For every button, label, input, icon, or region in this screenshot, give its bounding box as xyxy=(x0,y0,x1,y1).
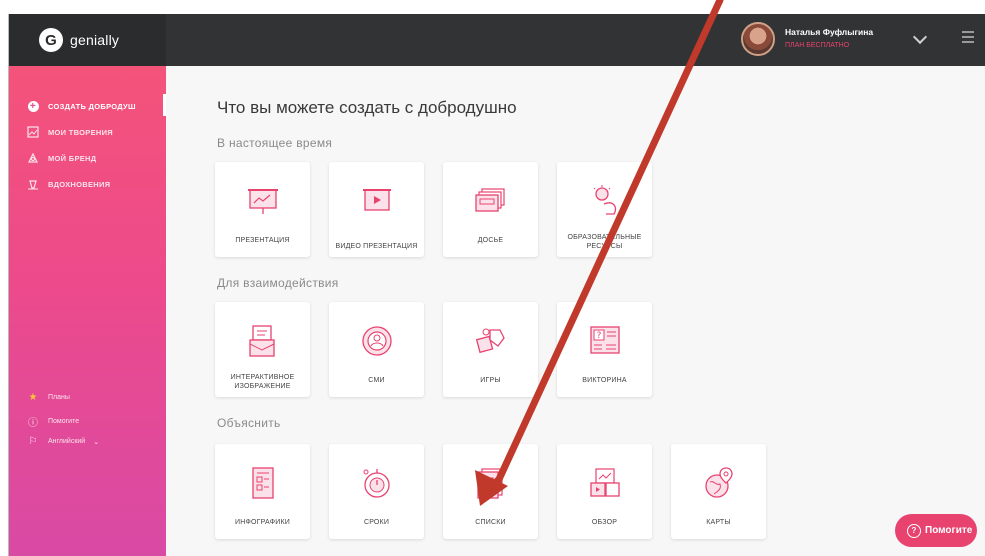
question-icon: ? xyxy=(907,523,921,538)
bulb-head-icon xyxy=(586,182,624,220)
card-media[interactable]: СМИ xyxy=(329,302,424,397)
active-indicator xyxy=(163,94,166,116)
video-icon xyxy=(358,182,396,220)
card-maps[interactable]: КАРТЫ xyxy=(671,444,766,539)
sidebar-language[interactable]: ⚐ Английский ⌄ xyxy=(27,436,100,447)
infographic-icon xyxy=(244,464,282,502)
star-icon: ★ xyxy=(28,392,38,403)
card-label: ВИДЕО ПРЕЗЕНТАЦИЯ xyxy=(335,243,418,250)
overview-icon xyxy=(586,464,624,502)
card-video-presentation[interactable]: ВИДЕО ПРЕЗЕНТАЦИЯ xyxy=(329,162,424,257)
card-label: СПИСКИ xyxy=(475,519,506,526)
user-menu[interactable]: Наталья Фуфлыгина ПЛАН БЕСПЛАТНО xyxy=(741,22,873,56)
sidebar-item-create[interactable]: + СОЗДАТЬ ДОБРОДУШ xyxy=(27,100,136,112)
flag-icon: ⚐ xyxy=(28,436,38,447)
page-title: Что вы можете создать с добродушно xyxy=(217,98,517,117)
card-overview[interactable]: ОБЗОР xyxy=(557,444,652,539)
inspiration-icon xyxy=(27,178,39,190)
card-label: ИГРЫ xyxy=(480,377,501,384)
sidebar-help-label: Помогите xyxy=(48,418,80,425)
sidebar-help[interactable]: ⓘ Помогите xyxy=(27,414,79,429)
sidebar-plans[interactable]: ★ Планы xyxy=(27,392,70,403)
sidebar: + СОЗДАТЬ ДОБРОДУШ МОИ ТВОРЕНИЯ МОЙ БРЕН… xyxy=(9,66,166,556)
sidebar-item-label: МОЙ БРЕНД xyxy=(48,153,97,163)
card-label: ПРЕЗЕНТАЦИЯ xyxy=(235,237,290,244)
interactive-image-icon xyxy=(244,322,282,360)
sidebar-item-inspiration[interactable]: ВДОХНОВЕНИЯ xyxy=(27,178,110,190)
avatar[interactable] xyxy=(741,22,775,56)
brand-icon xyxy=(27,152,39,164)
card-infographics[interactable]: ИНФОГРАФИКИ xyxy=(215,444,310,539)
sidebar-plans-label: Планы xyxy=(48,394,70,401)
chevron-down-icon: ⌄ xyxy=(93,438,100,446)
section-title-interaction: Для взаимодействия xyxy=(217,276,339,290)
puzzle-icon xyxy=(472,322,510,360)
card-label: ОБЗОР xyxy=(591,519,618,526)
card-educational-resources[interactable]: ОБРАЗОВАТЕЛЬНЫЕ РЕСУРСЫ xyxy=(557,162,652,257)
svg-text:?: ? xyxy=(596,331,601,341)
user-name: Наталья Фуфлыгина xyxy=(785,27,874,37)
info-icon: ⓘ xyxy=(28,418,38,429)
card-label: СМИ xyxy=(368,377,385,384)
card-label: ИНТЕРАКТИВНОЕ ИЗОБРАЖЕНИЕ xyxy=(230,374,295,390)
section-title-explain: Объяснить xyxy=(217,416,281,430)
logo-text: genially xyxy=(70,32,120,48)
card-presentation[interactable]: ПРЕЗЕНТАЦИЯ xyxy=(215,162,310,257)
media-icon xyxy=(358,322,396,360)
globe-pin-icon xyxy=(700,464,738,502)
card-label: ОБРАЗОВАТЕЛЬНЫЕ РЕСУРСЫ xyxy=(567,234,642,250)
card-lists[interactable]: СПИСКИ xyxy=(443,444,538,539)
list-icon xyxy=(472,464,510,502)
card-label: СРОКИ xyxy=(363,519,390,526)
image-icon xyxy=(27,126,39,138)
logo[interactable]: G genially xyxy=(9,14,166,66)
quiz-icon: ? xyxy=(586,322,624,360)
card-timeline[interactable]: СРОКИ xyxy=(329,444,424,539)
sidebar-item-label: МОИ ТВОРЕНИЯ xyxy=(48,127,114,137)
card-label: КАРТЫ xyxy=(706,519,731,526)
card-label: ВИКТОРИНА xyxy=(582,377,627,384)
card-label: ДОСЬЕ xyxy=(477,237,504,244)
sidebar-item-label: ВДОХНОВЕНИЯ xyxy=(48,179,111,189)
sidebar-item-label: СОЗДАТЬ ДОБРОДУШ xyxy=(48,101,136,111)
hamburger-menu-icon[interactable] xyxy=(962,31,974,46)
dossier-icon xyxy=(472,182,510,220)
genially-logo-icon: G xyxy=(39,28,63,52)
section-title-current: В настоящее время xyxy=(217,136,333,150)
stopwatch-icon xyxy=(358,464,396,502)
sidebar-item-creations[interactable]: МОИ ТВОРЕНИЯ xyxy=(27,126,113,138)
user-plan: ПЛАН БЕСПЛАТНО xyxy=(785,42,850,49)
card-label: ИНФОГРАФИКИ xyxy=(235,519,290,526)
help-button-label: Помогите xyxy=(925,525,973,536)
card-dossier[interactable]: ДОСЬЕ xyxy=(443,162,538,257)
plus-icon: + xyxy=(27,100,39,112)
sidebar-item-brand[interactable]: МОЙ БРЕНД xyxy=(27,152,96,164)
chevron-down-icon[interactable] xyxy=(912,29,928,45)
sidebar-language-label: Английский xyxy=(48,438,86,445)
presentation-icon xyxy=(244,182,282,220)
card-games[interactable]: ИГРЫ xyxy=(443,302,538,397)
help-button[interactable]: ? Помогите xyxy=(895,514,977,547)
top-bar: G genially Наталья Фуфлыгина ПЛАН БЕСПЛА… xyxy=(9,14,985,66)
card-quiz[interactable]: ? ВИКТОРИНА xyxy=(557,302,652,397)
card-interactive-image[interactable]: ИНТЕРАКТИВНОЕ ИЗОБРАЖЕНИЕ xyxy=(215,302,310,397)
app-window: G genially Наталья Фуфлыгина ПЛАН БЕСПЛА… xyxy=(8,14,985,556)
